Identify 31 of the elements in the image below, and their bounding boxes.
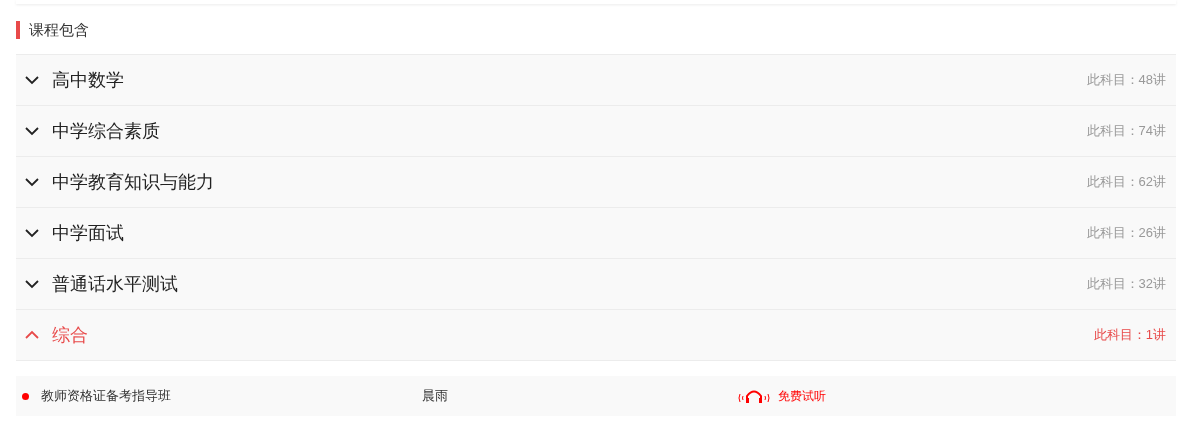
chevron-down-icon bbox=[24, 277, 40, 291]
subject-title: 高中数学 bbox=[52, 68, 124, 92]
free-trial-link[interactable]: 免费试听 bbox=[736, 387, 826, 405]
section-title: 课程包含 bbox=[29, 19, 89, 40]
chevron-down-icon bbox=[24, 73, 40, 87]
lesson-count: 此科目：74讲 bbox=[1086, 122, 1166, 141]
chevron-down-icon bbox=[24, 226, 40, 240]
subject-row[interactable]: 高中数学 此科目：48讲 bbox=[16, 55, 1176, 106]
chevron-down-icon bbox=[24, 124, 40, 138]
subject-title: 普通话水平测试 bbox=[52, 272, 178, 296]
subject-title: 综合 bbox=[52, 323, 88, 347]
bullet-icon bbox=[22, 392, 29, 400]
subject-row[interactable]: 中学教育知识与能力 此科目：62讲 bbox=[16, 157, 1176, 208]
subject-row[interactable]: 综合 此科目：1讲 bbox=[16, 310, 1176, 361]
subject-row[interactable]: 中学面试 此科目：26讲 bbox=[16, 208, 1176, 259]
headphones-icon bbox=[736, 388, 772, 404]
lesson-count: 此科目：48讲 bbox=[1086, 71, 1166, 90]
subject-title: 中学综合素质 bbox=[52, 119, 160, 143]
lesson-count: 此科目：32讲 bbox=[1086, 275, 1166, 294]
subject-title: 中学教育知识与能力 bbox=[52, 170, 214, 194]
lesson-count: 此科目：1讲 bbox=[1093, 326, 1166, 345]
lesson-count: 此科目：26讲 bbox=[1086, 224, 1166, 243]
teacher-name: 晨雨 bbox=[422, 387, 449, 406]
chevron-down-icon bbox=[24, 175, 40, 189]
lesson-title: 教师资格证备考指导班 bbox=[41, 387, 172, 406]
lesson-count: 此科目：62讲 bbox=[1086, 173, 1166, 192]
subject-row[interactable]: 中学综合素质 此科目：74讲 bbox=[16, 106, 1176, 157]
accent-bar bbox=[16, 21, 20, 39]
subject-title: 中学面试 bbox=[52, 221, 124, 245]
lesson-row[interactable]: 教师资格证备考指导班 晨雨 免费试听 bbox=[16, 376, 1176, 416]
subject-row[interactable]: 普通话水平测试 此科目：32讲 bbox=[16, 259, 1176, 310]
